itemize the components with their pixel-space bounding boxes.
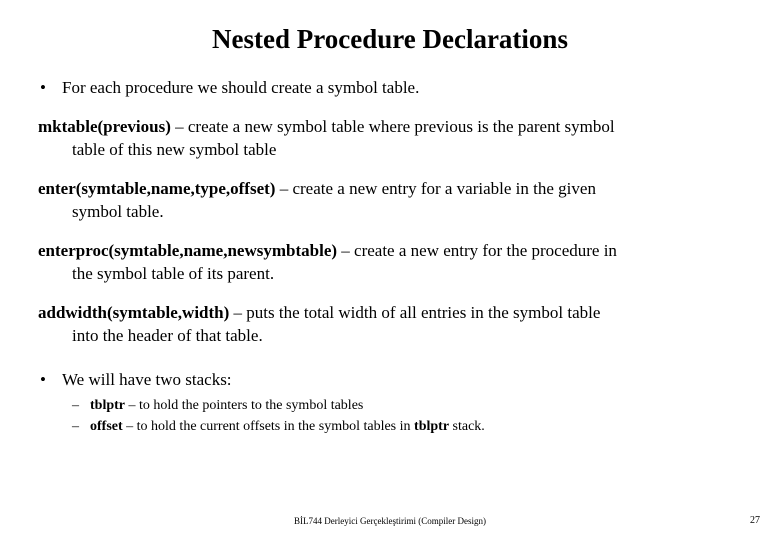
bullet-marker: •: [38, 369, 62, 392]
page-number: 27: [750, 515, 760, 526]
slide: Nested Procedure Declarations • For each…: [0, 0, 780, 540]
sub-bullet-text: offset – to hold the current offsets in …: [90, 417, 742, 437]
sub-bullet-list: – tblptr – to hold the pointers to the s…: [38, 396, 742, 437]
dash-marker: –: [72, 396, 90, 416]
sub-bullet-item: – offset – to hold the current offsets i…: [72, 417, 742, 437]
sub-desc: – to hold the pointers to the symbol tab…: [125, 398, 363, 413]
bullet-item: • For each procedure we should create a …: [38, 77, 742, 100]
sub-term: offset: [90, 419, 123, 434]
bullet-text: We will have two stacks:: [62, 369, 742, 392]
sub-bullet-item: – tblptr – to hold the pointers to the s…: [72, 396, 742, 416]
sub-desc-tail: stack.: [449, 419, 485, 434]
func-desc-cont: the symbol table of its parent.: [38, 263, 742, 286]
func-signature: enterproc(symtable,name,newsymbtable): [38, 241, 337, 260]
func-desc: – create a new entry for a variable in t…: [275, 179, 596, 198]
func-desc-cont: symbol table.: [38, 201, 742, 224]
func-enter: enter(symtable,name,type,offset) – creat…: [38, 178, 742, 224]
bullet-text: For each procedure we should create a sy…: [62, 77, 742, 100]
dash-marker: –: [72, 417, 90, 437]
func-enterproc: enterproc(symtable,name,newsymbtable) – …: [38, 240, 742, 286]
bullet-item: • We will have two stacks:: [38, 369, 742, 392]
func-desc: – puts the total width of all entries in…: [229, 303, 600, 322]
sub-bullet-text: tblptr – to hold the pointers to the sym…: [90, 396, 742, 416]
func-desc-cont: table of this new symbol table: [38, 139, 742, 162]
sub-term-ref: tblptr: [414, 419, 449, 434]
func-mktable: mktable(previous) – create a new symbol …: [38, 116, 742, 162]
func-desc: – create a new symbol table where previo…: [171, 117, 615, 136]
sub-desc: – to hold the current offsets in the sym…: [123, 419, 414, 434]
slide-footer: BİL744 Derleyici Gerçekleştirimi (Compil…: [0, 516, 780, 526]
slide-title: Nested Procedure Declarations: [38, 24, 742, 55]
func-signature: addwidth(symtable,width): [38, 303, 229, 322]
sub-term: tblptr: [90, 398, 125, 413]
func-desc-cont: into the header of that table.: [38, 325, 742, 348]
func-desc: – create a new entry for the procedure i…: [337, 241, 617, 260]
func-addwidth: addwidth(symtable,width) – puts the tota…: [38, 302, 742, 348]
func-signature: mktable(previous): [38, 117, 171, 136]
bullet-marker: •: [38, 77, 62, 100]
func-signature: enter(symtable,name,type,offset): [38, 179, 275, 198]
